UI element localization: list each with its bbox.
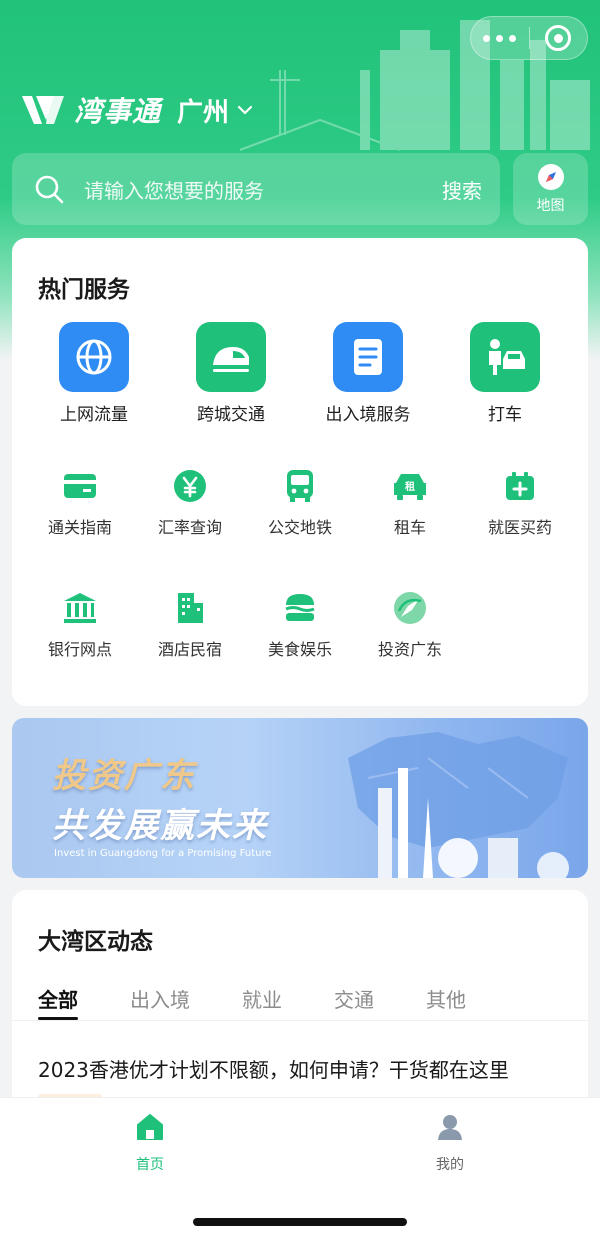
- service-label: 租车: [393, 518, 426, 537]
- more-menu-button[interactable]: [471, 16, 529, 60]
- tab-mine[interactable]: 我的: [390, 1112, 510, 1174]
- globe-icon: [59, 322, 129, 392]
- map-button[interactable]: 地图: [513, 153, 588, 225]
- rental-car-icon: 租: [392, 468, 428, 504]
- service-invest-guangdong[interactable]: 投资广东: [355, 590, 465, 660]
- hot-services-title: 热门服务: [38, 277, 130, 303]
- tab-home[interactable]: 首页: [90, 1112, 210, 1174]
- guangdong-map-skyline-icon: [348, 732, 569, 878]
- app-logo-icon: [22, 96, 64, 124]
- tab-other[interactable]: 其他: [426, 984, 466, 1020]
- service-customs-guide[interactable]: 通关指南: [25, 468, 135, 538]
- home-icon: [137, 1114, 163, 1140]
- service-bus-metro[interactable]: 公交地铁: [245, 468, 355, 538]
- service-intercity-transport[interactable]: 跨城交通: [163, 322, 299, 425]
- city-selector[interactable]: 广州: [177, 92, 229, 129]
- tab-mine-label: 我的: [436, 1157, 464, 1173]
- service-label: 投资广东: [377, 640, 442, 659]
- service-label: 美食娱乐: [267, 640, 332, 659]
- card-icon: [62, 468, 98, 504]
- dot-icon: [509, 34, 517, 42]
- service-medical[interactable]: 就医买药: [465, 468, 575, 538]
- map-label: 地图: [536, 198, 565, 214]
- compass-icon: [537, 164, 564, 190]
- boarding-document-icon: [333, 322, 403, 392]
- close-mini-program-button[interactable]: [529, 16, 587, 60]
- dot-icon: [496, 34, 504, 42]
- tab-home-label: 首页: [136, 1157, 164, 1173]
- dot-icon: [483, 34, 491, 42]
- mini-program-capsule: [470, 16, 588, 60]
- burger-icon: [282, 590, 318, 626]
- service-bank-branches[interactable]: 银行网点: [25, 590, 135, 660]
- rental-badge: 租: [405, 480, 415, 493]
- news-tabs: 全部 出入境 就业 交通 其他: [38, 984, 518, 1020]
- brand-header: 湾事通 广州: [20, 88, 253, 132]
- service-label: 打车: [488, 405, 522, 425]
- search-icon: [35, 175, 64, 204]
- banner-title: 投资广东: [52, 756, 196, 796]
- user-icon: [438, 1115, 462, 1140]
- chevron-down-icon[interactable]: [237, 102, 253, 118]
- app-name: 湾事通: [74, 95, 162, 128]
- search-bar[interactable]: 请输入您想要的服务 搜索: [12, 153, 500, 225]
- hotel-icon: [172, 590, 208, 626]
- medical-kit-icon: [502, 468, 538, 504]
- bottom-tab-bar: 首页 我的: [0, 1097, 600, 1237]
- news-headline[interactable]: 2023香港优才计划不限额，如何申请？干货都在这里: [38, 1054, 509, 1083]
- service-label: 跨城交通: [197, 405, 265, 425]
- bus-icon: [282, 468, 318, 504]
- yen-icon: [172, 468, 208, 504]
- tab-all[interactable]: 全部: [38, 984, 78, 1020]
- bay-area-news-card: 大湾区动态 全部 出入境 就业 交通 其他 2023香港优才计划不限额，如何申请…: [12, 890, 588, 1110]
- ride-hailing-icon: [470, 322, 540, 392]
- service-exchange-rate[interactable]: 汇率查询: [135, 468, 245, 538]
- service-hotels[interactable]: 酒店民宿: [135, 590, 245, 660]
- service-label: 汇率查询: [157, 518, 222, 537]
- tabs-divider: [12, 1020, 588, 1021]
- service-taxi[interactable]: 打车: [437, 322, 573, 425]
- banner-subtitle: 共发展赢未来: [52, 806, 268, 846]
- hot-services-card: 热门服务 上网流量 跨城交通 出入境服务 打车 通关指南 汇率查询 公交地铁 租…: [12, 238, 588, 706]
- tab-immigration[interactable]: 出入境: [130, 984, 190, 1020]
- service-label: 酒店民宿: [157, 640, 222, 659]
- service-internet-data[interactable]: 上网流量: [26, 322, 162, 425]
- banner-caption: Invest in Guangdong for a Promising Futu…: [54, 848, 272, 859]
- home-indicator: [193, 1218, 407, 1226]
- service-immigration[interactable]: 出入境服务: [300, 322, 436, 425]
- service-food-entertainment[interactable]: 美食娱乐: [245, 590, 355, 660]
- bank-icon: [62, 590, 98, 626]
- tab-transport[interactable]: 交通: [334, 984, 374, 1020]
- service-label: 通关指南: [47, 518, 112, 537]
- search-button[interactable]: 搜索: [442, 175, 482, 204]
- target-icon: [545, 25, 572, 51]
- service-label: 银行网点: [47, 640, 112, 659]
- service-car-rental[interactable]: 租 租车: [355, 468, 465, 538]
- service-label: 出入境服务: [325, 405, 411, 425]
- service-label: 上网流量: [60, 405, 128, 425]
- tab-employment[interactable]: 就业: [242, 984, 282, 1020]
- invest-guangdong-banner[interactable]: 投资广东 共发展赢未来 Invest in Guangdong for a Pr…: [12, 718, 588, 878]
- service-label: 公交地铁: [267, 518, 332, 537]
- service-label: 就医买药: [487, 518, 552, 537]
- high-speed-train-icon: [196, 322, 266, 392]
- search-input[interactable]: 请输入您想要的服务: [84, 175, 442, 204]
- invest-compass-icon: [392, 590, 428, 626]
- news-title: 大湾区动态: [38, 929, 153, 955]
